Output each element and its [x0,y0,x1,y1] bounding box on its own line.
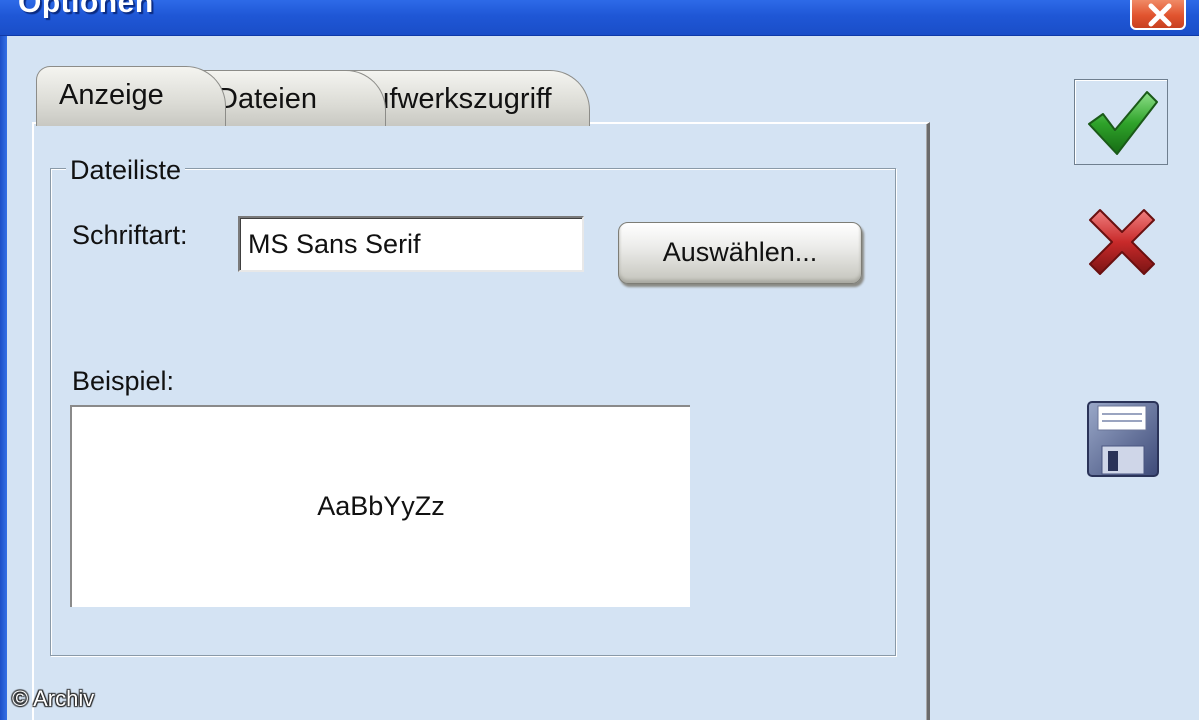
cross-icon [1089,209,1155,275]
preview-box: AaBbYyZz [70,405,690,607]
tab-bar: Anzeige Dateien Laufwerkszugriff [36,64,596,126]
ok-button[interactable] [1074,79,1168,165]
tab-label: Anzeige [59,79,164,111]
group-title: Dateiliste [66,155,186,186]
floppy-disk-icon [1087,401,1159,477]
tab-label: Dateien [217,83,317,115]
close-icon [1148,3,1172,27]
preview-label: Beispiel: [72,366,175,396]
window-title: Optionen [18,0,154,19]
preview-text: AaBbYyZz [317,491,445,521]
window-frame [0,36,7,720]
title-bar: Optionen [0,0,1199,36]
checkmark-icon [1088,91,1158,155]
font-field[interactable] [238,216,584,272]
font-label: Schriftart: [72,220,188,250]
copyright-watermark: © Archiv [12,686,95,711]
close-button[interactable] [1130,0,1186,30]
cancel-button[interactable] [1084,204,1160,280]
tab-anzeige[interactable]: Anzeige [36,66,226,126]
save-button[interactable] [1084,398,1162,480]
choose-font-button[interactable]: Auswählen... [618,222,862,284]
